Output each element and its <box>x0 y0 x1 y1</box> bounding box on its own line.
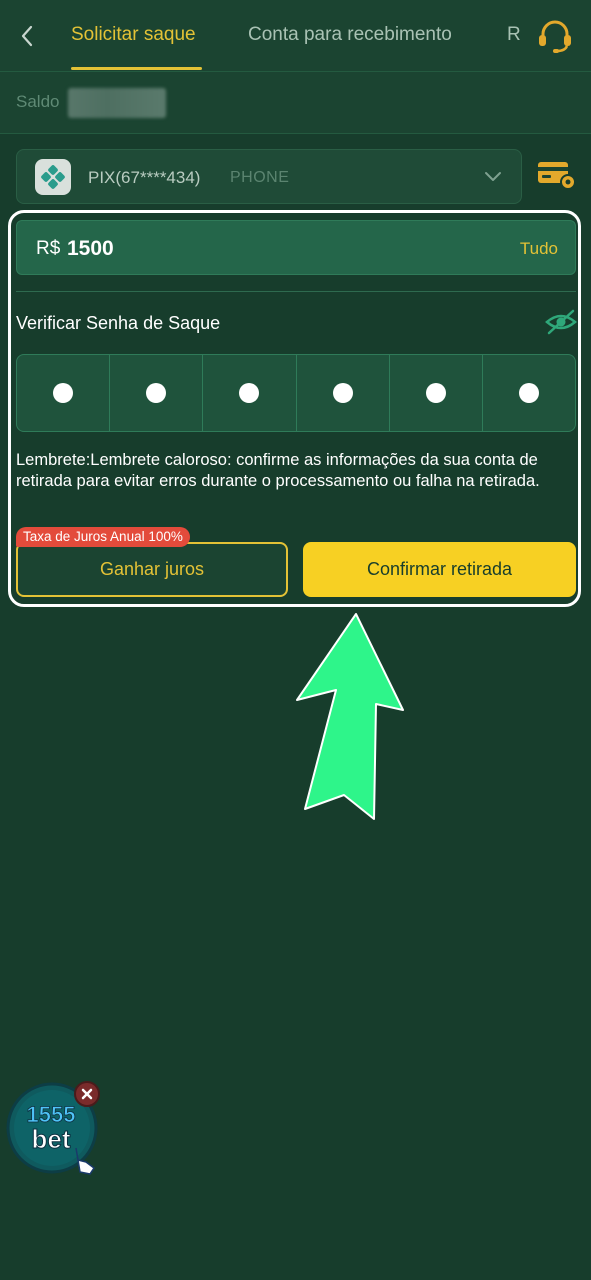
pin-input[interactable] <box>16 354 576 432</box>
top-nav: Solicitar saque Conta para recebimento R <box>0 0 591 72</box>
balance-value-hidden <box>68 88 166 118</box>
pin-cell[interactable] <box>297 355 390 431</box>
tab-request-withdrawal[interactable]: Solicitar saque <box>71 24 196 46</box>
tab-receiving-account[interactable]: Conta para recebimento <box>248 24 452 46</box>
pin-dot <box>53 383 74 403</box>
active-tab-indicator <box>71 67 202 70</box>
headset-icon <box>539 20 571 53</box>
earn-interest-label: Ganhar juros <box>99 559 205 579</box>
pin-cell[interactable] <box>203 355 297 431</box>
balance-label: Saldo <box>16 92 60 111</box>
pix-icon <box>35 159 71 195</box>
all-amount-button[interactable]: Tudo <box>520 239 558 259</box>
pin-cell[interactable] <box>483 355 575 431</box>
account-number: PIX(67****434) <box>88 168 201 187</box>
password-label: Verificar Senha de Saque <box>16 313 221 333</box>
amount-value: 1500 <box>67 237 114 260</box>
interest-rate-badge: Taxa de Juros Anual 100% <box>16 527 190 547</box>
card-settings-button[interactable] <box>537 159 577 191</box>
pin-dot <box>518 383 539 403</box>
chevron-left-icon <box>21 25 33 47</box>
support-button[interactable] <box>535 18 575 54</box>
pin-cell[interactable] <box>110 355 204 431</box>
earn-interest-button[interactable]: Ganhar juros <box>16 542 288 597</box>
confirm-withdrawal-button[interactable]: Confirmar retirada <box>303 542 576 597</box>
logo-text-bet: bet <box>32 1124 71 1154</box>
card-settings-icon <box>538 162 576 190</box>
account-type: PHONE <box>230 169 290 186</box>
divider <box>16 291 576 292</box>
tab-records[interactable]: R <box>507 24 521 46</box>
confirm-withdrawal-label: Confirmar retirada <box>366 559 513 579</box>
currency-symbol: R$ <box>36 238 61 259</box>
floating-brand-logo[interactable]: 1555 bet <box>4 1078 104 1178</box>
pin-dot <box>332 383 353 403</box>
amount-input[interactable]: R$ 1500 Tudo <box>16 220 576 275</box>
pin-cell[interactable] <box>17 355 111 431</box>
toggle-password-visibility[interactable] <box>545 308 577 336</box>
pin-dot <box>425 383 446 403</box>
close-icon <box>81 1088 93 1100</box>
close-logo-button[interactable] <box>74 1081 100 1107</box>
back-button[interactable] <box>12 20 42 52</box>
withdrawal-account-select[interactable]: PIX(67****434) PHONE <box>16 149 522 204</box>
pin-dot <box>146 383 167 403</box>
pointer-arrow-icon <box>296 613 404 820</box>
pin-dot <box>239 383 260 403</box>
pin-cell[interactable] <box>390 355 483 431</box>
eye-off-icon <box>545 309 577 335</box>
balance-bar: Saldo <box>0 72 591 134</box>
reminder-text: Lembrete:Lembrete caloroso: confirme as … <box>16 451 540 490</box>
chevron-down-icon <box>485 172 501 181</box>
